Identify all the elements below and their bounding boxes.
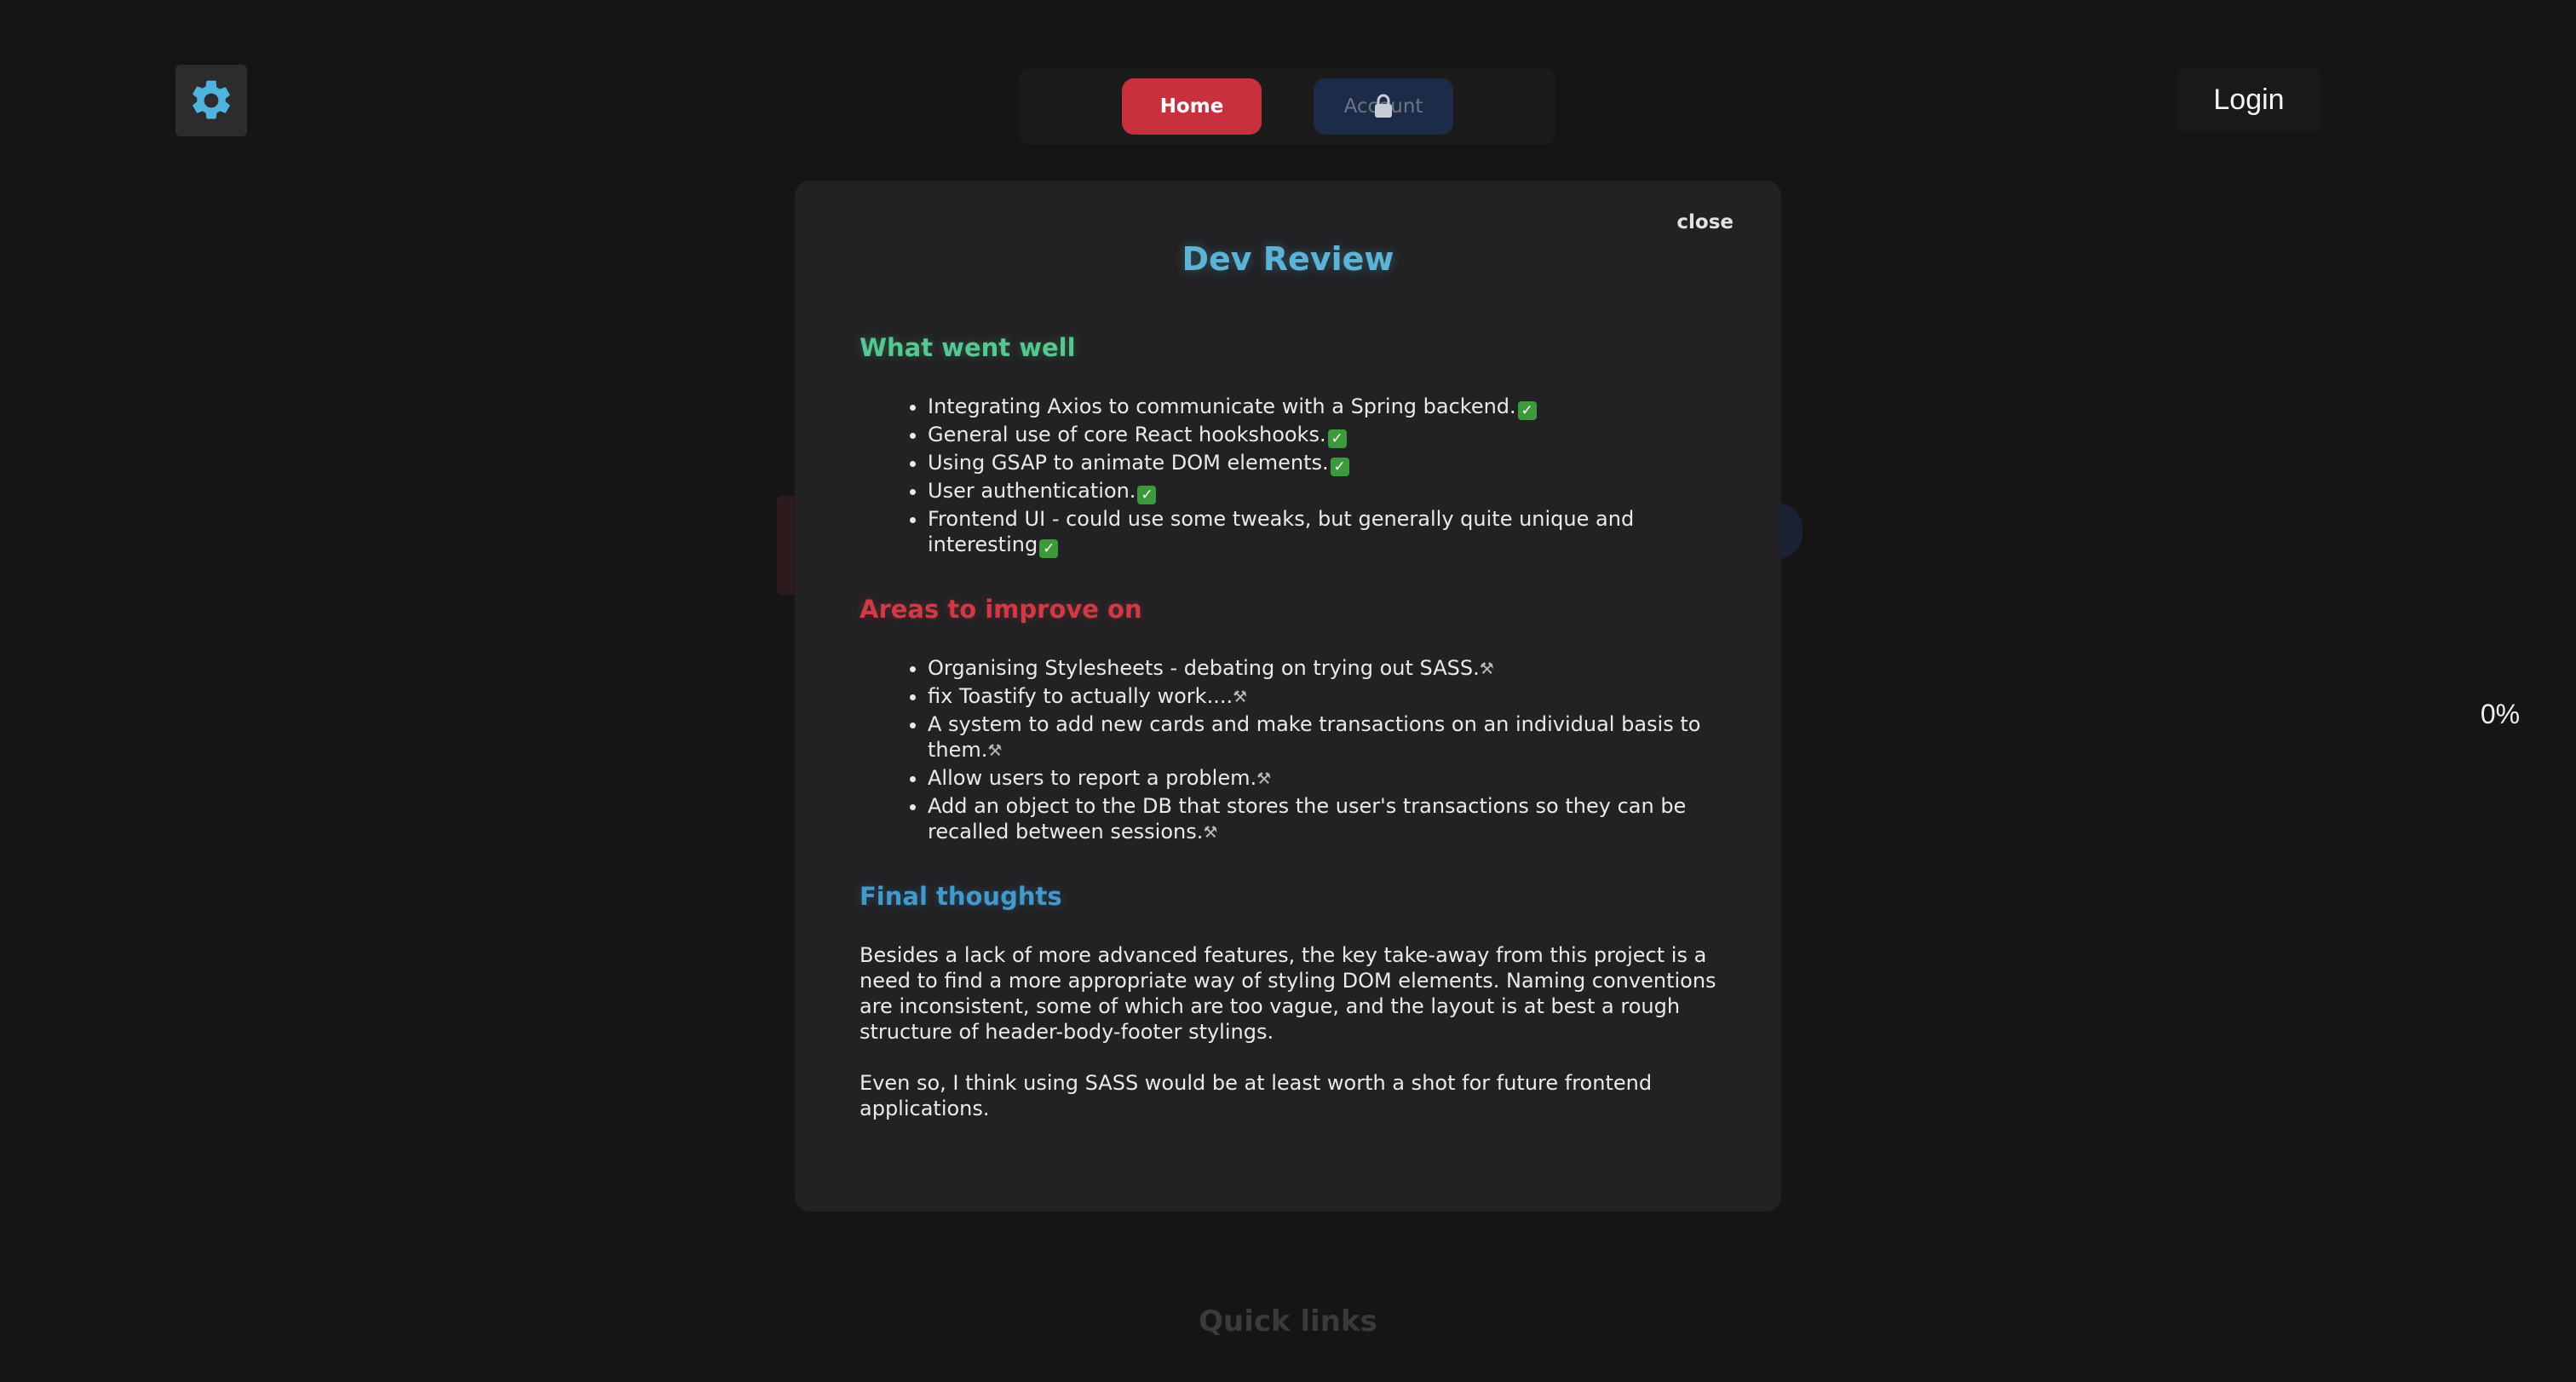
check-mark-icon: ✓: [1137, 486, 1157, 504]
check-mark-icon: ✓: [1330, 458, 1349, 476]
lock-icon: [1375, 94, 1392, 118]
tools-icon: ⚒: [1256, 769, 1272, 788]
list-item: Organising Stylesheets - debating on try…: [928, 655, 1716, 682]
check-mark-icon: ✓: [1327, 429, 1347, 448]
gear-icon: [193, 80, 230, 119]
progress-percentage: 0%: [2480, 698, 2521, 729]
home-button[interactable]: Home: [1122, 78, 1262, 135]
list-item: A system to add new cards and make trans…: [928, 711, 1716, 763]
list-item: General use of core React hookshooks.✓: [928, 422, 1716, 448]
tools-icon: ⚒: [1233, 688, 1248, 706]
final-thoughts-paragraph: Besides a lack of more advanced features…: [860, 943, 1716, 1044]
list-item: fix Toastify to actually work....⚒: [928, 683, 1716, 710]
list-item: Using GSAP to animate DOM elements.✓: [928, 450, 1716, 476]
modal-content: What went well Integrating Axios to comm…: [860, 327, 1716, 1121]
check-mark-icon: ✓: [1039, 539, 1059, 558]
dev-review-modal: close Dev Review What went well Integrat…: [795, 181, 1781, 1212]
modal-title: Dev Review: [1182, 240, 1394, 278]
login-button[interactable]: Login: [2177, 68, 2320, 131]
section-heading-improve: Areas to improve on: [860, 595, 1142, 624]
section-heading-went-well: What went well: [860, 333, 1076, 362]
tools-icon: ⚒: [987, 741, 1003, 760]
settings-button[interactable]: [175, 65, 247, 136]
list-item: User authentication.✓: [928, 478, 1716, 504]
tools-icon: ⚒: [1203, 823, 1218, 842]
quick-links-heading: Quick links: [1199, 1304, 1377, 1339]
improve-list: Organising Stylesheets - debating on try…: [860, 655, 1716, 845]
section-heading-final-thoughts: Final thoughts: [860, 882, 1062, 911]
went-well-list: Integrating Axios to communicate with a …: [860, 394, 1716, 558]
check-mark-icon: ✓: [1517, 401, 1537, 420]
list-item: Allow users to report a problem.⚒: [928, 765, 1716, 792]
final-thoughts-paragraph: Even so, I think using SASS would be at …: [860, 1071, 1653, 1120]
list-item: Frontend UI - could use some tweaks, but…: [928, 506, 1716, 558]
account-button[interactable]: Account: [1314, 78, 1453, 135]
list-item: Add an object to the DB that stores the …: [928, 793, 1716, 845]
close-button[interactable]: close: [1676, 211, 1734, 233]
background-card-edge: [777, 496, 796, 595]
list-item: Integrating Axios to communicate with a …: [928, 394, 1716, 420]
tools-icon: ⚒: [1479, 659, 1494, 678]
main-nav: Home Account: [1019, 68, 1555, 145]
